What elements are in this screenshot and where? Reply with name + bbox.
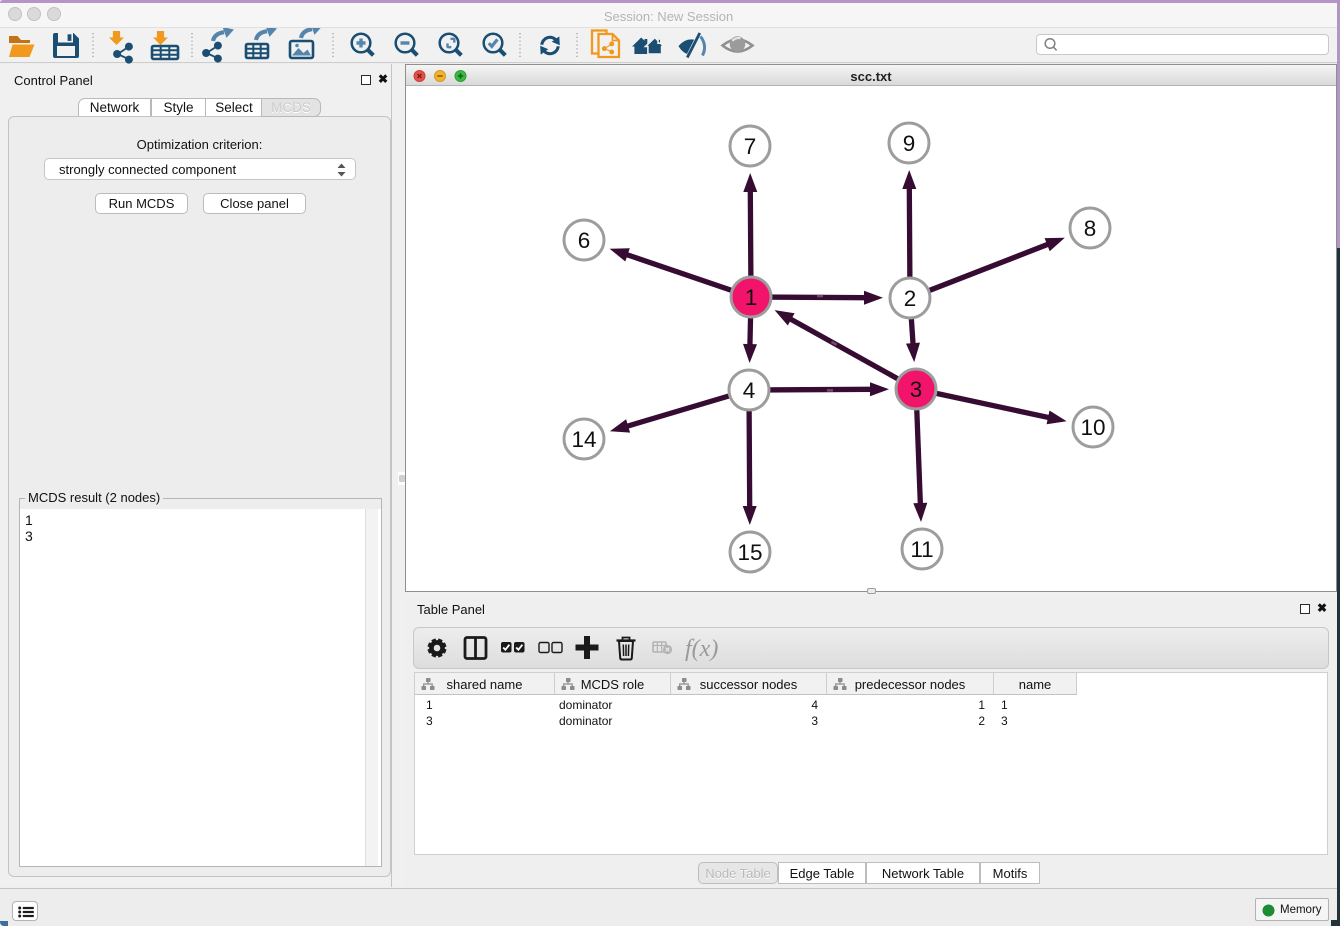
svg-text:6: 6 xyxy=(578,228,591,253)
svg-text:2: 2 xyxy=(904,286,917,311)
svg-text:10: 10 xyxy=(1080,415,1105,440)
svg-text:8: 8 xyxy=(1084,216,1097,241)
svg-text:7: 7 xyxy=(744,134,757,159)
svg-text:11: 11 xyxy=(910,537,933,562)
svg-text:f(x): f(x) xyxy=(685,636,718,662)
svg-text:15: 15 xyxy=(737,540,762,565)
svg-text:14: 14 xyxy=(571,427,596,452)
svg-text:4: 4 xyxy=(743,378,756,403)
svg-text:9: 9 xyxy=(903,131,916,156)
svg-text:1: 1 xyxy=(745,285,758,310)
svg-text:3: 3 xyxy=(910,377,923,402)
